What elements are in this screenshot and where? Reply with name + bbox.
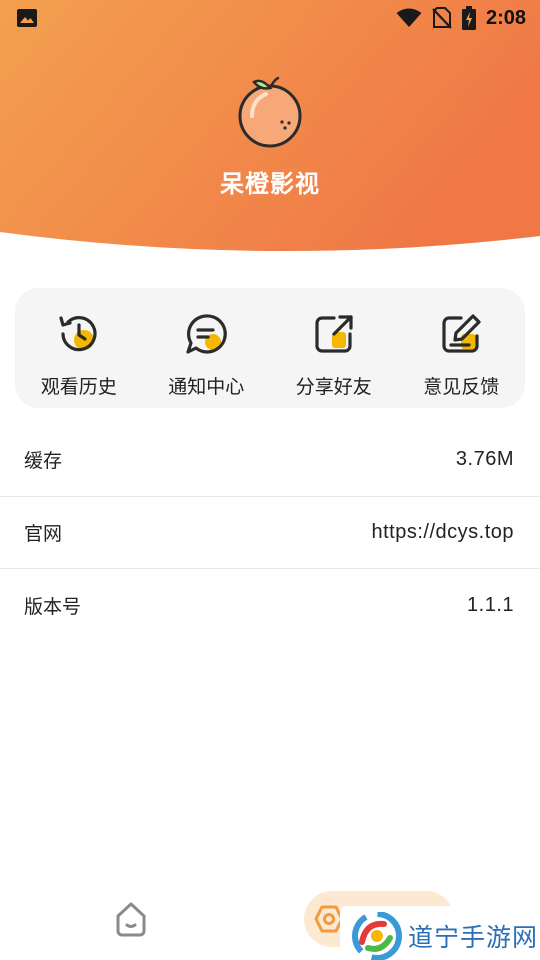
info-list: 缓存 3.76M 官网 https://dcys.top 版本号 1.1.1 bbox=[0, 424, 540, 642]
action-label: 通知中心 bbox=[168, 376, 245, 398]
image-icon bbox=[17, 9, 37, 27]
status-bar: 2:08 bbox=[0, 0, 540, 36]
wifi-icon bbox=[396, 8, 422, 27]
row-label: 缓存 bbox=[24, 450, 63, 473]
watermark-text: 道宁手游网 bbox=[408, 923, 539, 952]
row-cache[interactable]: 缓存 3.76M bbox=[0, 424, 540, 497]
action-feedback[interactable]: 意见反馈 bbox=[398, 288, 526, 408]
watermark: 道宁手游网 bbox=[340, 906, 540, 960]
header-banner: 2:08 呆橙影视 bbox=[0, 0, 540, 255]
no-sim-icon bbox=[432, 7, 452, 29]
row-value: 1.1.1 bbox=[467, 593, 514, 616]
battery-charging-icon bbox=[461, 6, 476, 30]
row-value: https://dcys.top bbox=[371, 520, 514, 543]
share-icon bbox=[315, 315, 353, 353]
message-icon bbox=[186, 314, 228, 354]
row-label: 版本号 bbox=[24, 595, 82, 618]
history-icon bbox=[59, 316, 97, 352]
feedback-edit-icon bbox=[442, 314, 481, 353]
row-website[interactable]: 官网 https://dcys.top bbox=[0, 497, 540, 569]
action-label: 分享好友 bbox=[295, 376, 372, 398]
row-value: 3.76M bbox=[455, 448, 514, 471]
action-label: 观看历史 bbox=[40, 376, 117, 398]
watermark-logo-icon bbox=[352, 912, 402, 960]
row-label: 官网 bbox=[24, 522, 63, 545]
action-label: 意见反馈 bbox=[423, 376, 500, 398]
app-title: 呆橙影视 bbox=[220, 170, 320, 198]
action-notification-center[interactable]: 通知中心 bbox=[143, 288, 271, 408]
status-clock: 2:08 bbox=[485, 6, 526, 29]
action-watch-history[interactable]: 观看历史 bbox=[15, 288, 143, 408]
row-version[interactable]: 版本号 1.1.1 bbox=[0, 569, 540, 642]
action-share-friends[interactable]: 分享好友 bbox=[270, 288, 398, 408]
home-icon[interactable] bbox=[112, 900, 150, 938]
quick-actions-card: 观看历史 通知中心 分享好友 意见反馈 bbox=[15, 288, 525, 408]
settings-page: 2:08 呆橙影视 观看历史 通知中心 分享好友 意见反馈 缓存 3.76M 官… bbox=[0, 0, 540, 960]
orange-fruit-icon bbox=[238, 76, 302, 148]
